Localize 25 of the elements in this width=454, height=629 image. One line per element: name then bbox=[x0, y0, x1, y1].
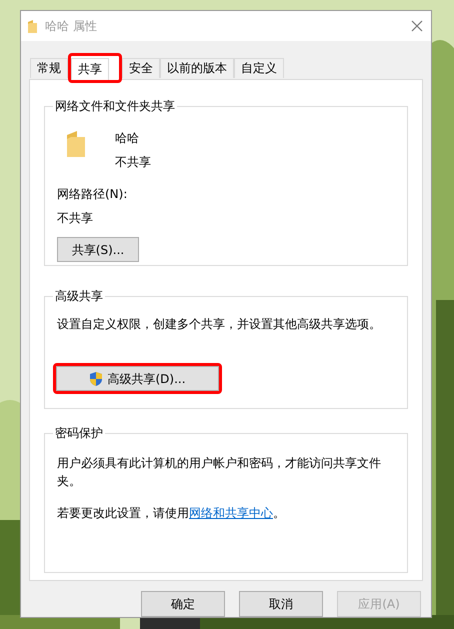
path-value: 不共享 bbox=[57, 210, 94, 227]
dialog-button[interactable]: 确定 bbox=[141, 591, 225, 617]
group-title: 高级共享 bbox=[53, 288, 105, 304]
description-text: 设置自定义权限，创建多个共享，并设置其他高级共享选项。 bbox=[57, 316, 382, 333]
window-title: 哈哈 属性 bbox=[45, 18, 97, 35]
group-title: 密码保护 bbox=[53, 425, 105, 441]
note-text: 若要更改此设置，请使用网络和共享中心。 bbox=[57, 505, 286, 522]
tab[interactable]: 安全 bbox=[122, 58, 160, 78]
tab[interactable]: 自定义 bbox=[234, 58, 284, 78]
dialog-button[interactable]: 共享(S)... bbox=[57, 237, 139, 262]
tab[interactable]: 共享 bbox=[71, 58, 109, 80]
network-center-link[interactable]: 网络和共享中心 bbox=[189, 506, 273, 520]
group-title: 网络文件和文件夹共享 bbox=[53, 98, 177, 114]
folder-icon bbox=[65, 129, 87, 159]
tab[interactable]: 以前的版本 bbox=[160, 58, 234, 78]
folder-name: 哈哈 bbox=[115, 130, 140, 147]
dialog-button[interactable]: 高级共享(D)... bbox=[56, 366, 219, 391]
folder-icon bbox=[27, 18, 38, 34]
share-status: 不共享 bbox=[115, 154, 151, 171]
tab[interactable]: 常规 bbox=[30, 58, 68, 78]
close-icon[interactable] bbox=[411, 20, 423, 32]
dialog-button[interactable]: 取消 bbox=[239, 591, 323, 617]
shield-icon bbox=[89, 370, 104, 386]
description-text: 用户必须具有此计算机的用户帐户和密码，才能访问共享文件夹。 bbox=[57, 455, 382, 490]
path-label: 网络路径(N): bbox=[57, 186, 128, 203]
